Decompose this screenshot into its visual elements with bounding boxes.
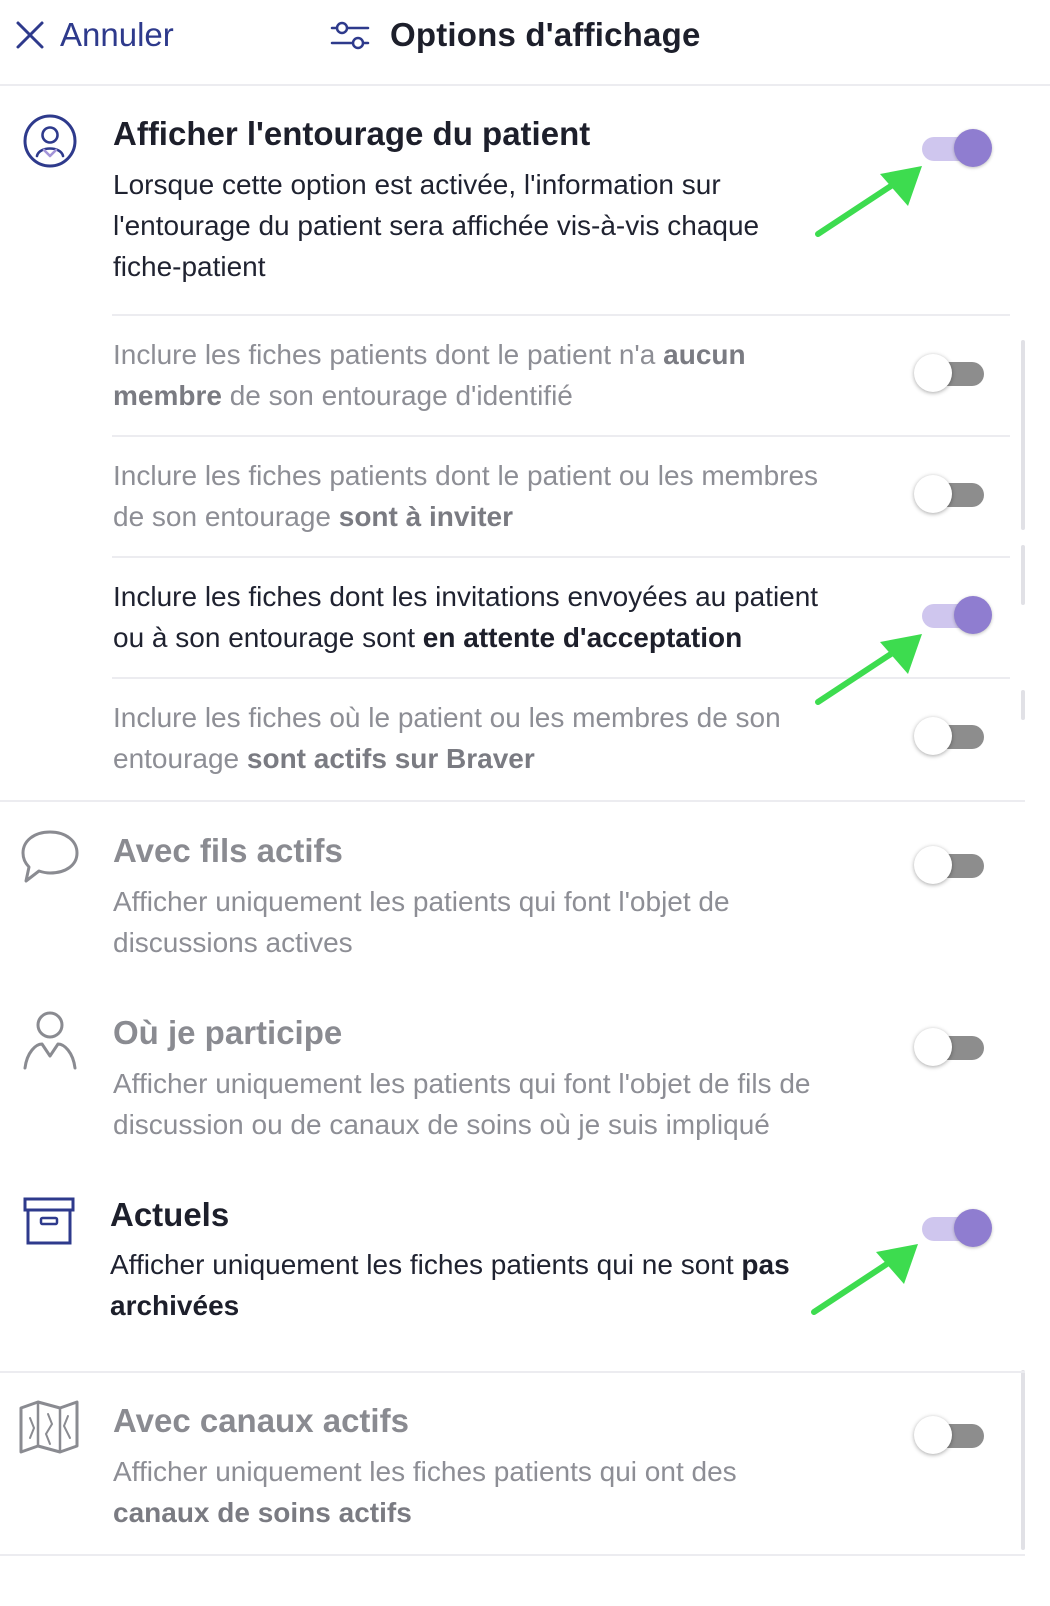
scrollbar-track-lower[interactable] [1021, 690, 1025, 720]
participe-desc-line-2: discussion ou de canaux de soins où je s… [113, 1109, 770, 1140]
user-circle-icon [23, 114, 77, 168]
archive-box-icon [23, 1197, 75, 1245]
annotation-arrow [811, 1244, 918, 1315]
sub-option-2-line-2: de son entourage sont à inviter [113, 501, 514, 532]
entourage-desc-line-1: Lorsque cette option est activée, l'info… [113, 169, 721, 200]
section-divider [0, 1371, 1025, 1373]
sub-option-2-toggle[interactable] [914, 474, 986, 514]
section-divider [0, 1554, 1025, 1556]
sub-option-4-line-2: entourage sont actifs sur Braver [113, 743, 535, 774]
sub-option-1-line-1: Inclure les fiches patients dont le pati… [113, 339, 746, 370]
canaux-toggle[interactable] [914, 1415, 986, 1455]
divider [112, 314, 1010, 316]
person-icon [23, 1011, 77, 1070]
entourage-desc-line-3: fiche-patient [113, 251, 266, 282]
close-icon [16, 21, 44, 49]
actuels-desc-line-2: archivées [110, 1290, 240, 1321]
fils-desc-line-1: Afficher uniquement les patients qui fon… [113, 886, 730, 917]
sliders-icon [330, 21, 370, 50]
canaux-desc-line-2: canaux de soins actifs [113, 1497, 412, 1528]
actuels-toggle[interactable] [920, 1208, 992, 1248]
scrollbar-track[interactable] [1021, 340, 1025, 530]
sub-option-2-line-1: Inclure les fiches patients dont le pati… [113, 460, 819, 491]
canaux-title: Avec canaux actifs [113, 1402, 409, 1439]
chat-bubble-icon [21, 830, 79, 883]
scrollbar-thumb[interactable] [1021, 545, 1025, 605]
fils-desc-line-2: discussions actives [113, 927, 353, 958]
sub-option-4-toggle[interactable] [914, 716, 986, 756]
fils-toggle[interactable] [914, 845, 986, 885]
participe-toggle[interactable] [914, 1027, 986, 1067]
sub-option-3-toggle[interactable] [920, 595, 992, 635]
divider [112, 435, 1010, 437]
sub-option-3-line-2: ou à son entourage sont en attente d'acc… [113, 622, 743, 653]
cancel-label: Annuler [60, 16, 174, 53]
entourage-title: Afficher l'entourage du patient [113, 115, 591, 152]
header-bar: Annuler Options d'affichage [0, 0, 1050, 86]
divider [112, 556, 1010, 558]
fils-title: Avec fils actifs [113, 832, 343, 869]
actuels-desc-line-1: Afficher uniquement les fiches patients … [110, 1249, 790, 1280]
annotation-arrow [815, 634, 922, 705]
actuels-title: Actuels [110, 1196, 230, 1233]
map-icon [19, 1400, 79, 1454]
section-divider [0, 800, 1025, 802]
participe-desc-line-1: Afficher uniquement les patients qui fon… [113, 1068, 811, 1099]
entourage-desc-line-2: l'entourage du patient sera affichée vis… [113, 210, 760, 241]
sub-option-4-line-1: Inclure les fiches où le patient ou les … [113, 702, 781, 733]
cancel-button[interactable]: Annuler [14, 10, 174, 60]
page-title: Options d'affichage [390, 16, 701, 53]
participe-title: Où je participe [113, 1014, 343, 1051]
sub-option-1-line-2: membre de son entourage d'identifié [113, 380, 573, 411]
sub-option-3-line-1: Inclure les fiches dont les invitations … [113, 581, 819, 612]
sub-option-1-toggle[interactable] [914, 353, 986, 393]
entourage-toggle[interactable] [920, 128, 992, 168]
annotation-arrow [815, 166, 922, 237]
scrollbar-track-bottom[interactable] [1021, 1370, 1025, 1550]
canaux-desc-line-1: Afficher uniquement les fiches patients … [113, 1456, 737, 1487]
page-title-group: Options d'affichage [330, 10, 701, 60]
